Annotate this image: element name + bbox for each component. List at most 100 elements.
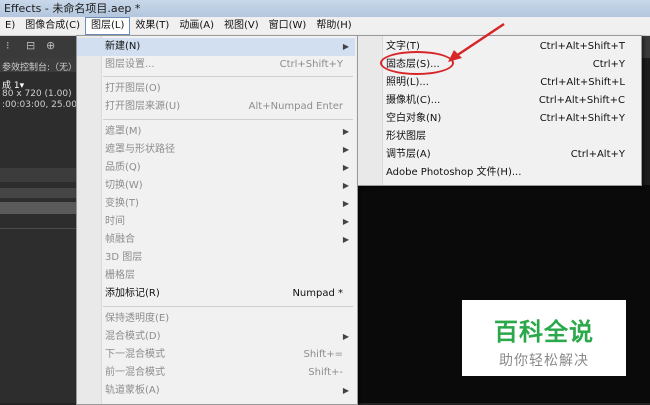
menu-item-shortcut: Ctrl+Alt+Shift+C: [538, 95, 625, 106]
timeline-header: [0, 188, 76, 198]
timeline-search-bar[interactable]: [0, 202, 76, 214]
menu-item-label: 前一混合模式: [105, 367, 165, 378]
menu-item-label: 栅格层: [105, 270, 135, 281]
menu-item-open-layer[interactable]: 打开图层(O): [77, 80, 355, 98]
menu-composition[interactable]: 图像合成(C): [20, 17, 85, 35]
menu-item-shortcut: Shift+-: [308, 367, 343, 378]
annotation-arrow-icon: [448, 22, 505, 62]
watermark: 百科全说 助你轻松解决: [462, 300, 626, 376]
menu-item-blending-mode[interactable]: 混合模式(D) ▶: [77, 328, 355, 346]
menu-item-mask-shape-path[interactable]: 遮罩与形状路径 ▶: [77, 141, 355, 159]
menu-item-shortcut: Numpad *: [292, 288, 343, 299]
menu-item-shortcut: Alt+Numpad Enter: [248, 101, 343, 112]
menu-item-previous-blending-mode[interactable]: 前一混合模式 Shift+-: [77, 364, 355, 382]
zoom-tool-icon[interactable]: ⊕: [46, 39, 58, 53]
submenu-item-photoshop-file[interactable]: Adobe Photoshop 文件(H)...: [358, 164, 639, 182]
menu-item-raster-layer[interactable]: 栅格层: [77, 267, 355, 285]
menu-item-label: Adobe Photoshop 文件(H)...: [386, 167, 522, 178]
submenu-item-null-object[interactable]: 空白对象(N) Ctrl+Alt+Shift+Y: [358, 110, 639, 128]
menu-item-label: 添加标记(R): [105, 288, 160, 299]
submenu-arrow-icon: ▶: [342, 181, 349, 190]
submenu-item-adjustment-layer[interactable]: 调节层(A) Ctrl+Alt+Y: [358, 146, 639, 164]
menu-item-label: 帧融合: [105, 234, 135, 245]
comp-time: :00:03:00, 25.00 f: [2, 100, 83, 110]
watermark-subtitle: 助你轻松解决: [499, 353, 589, 369]
submenu-arrow-icon: ▶: [342, 332, 349, 341]
menu-item-quality[interactable]: 品质(Q) ▶: [77, 159, 355, 177]
menu-animation[interactable]: 动画(A): [174, 17, 219, 35]
window-title: Effects - 未命名项目.aep *: [4, 2, 141, 15]
submenu-arrow-icon: ▶: [342, 235, 349, 244]
menu-item-frame-blending[interactable]: 帧融合 ▶: [77, 231, 355, 249]
menu-item-time[interactable]: 时间 ▶: [77, 213, 355, 231]
submenu-arrow-icon: ▶: [342, 127, 349, 136]
menu-separator: [103, 119, 353, 120]
menu-item-add-marker[interactable]: 添加标记(R) Numpad *: [77, 285, 355, 303]
menu-item-mask[interactable]: 遮罩(M) ▶: [77, 123, 355, 141]
menu-edit[interactable]: E): [0, 17, 20, 35]
menu-separator: [103, 306, 353, 307]
menu-item-label: 变换(T): [105, 198, 139, 209]
menu-item-label: 轨道蒙板(A): [105, 385, 160, 396]
submenu-item-shape-layer[interactable]: 形状图层: [358, 128, 639, 146]
menu-item-label: 3D 图层: [105, 252, 143, 263]
menu-item-shortcut: Ctrl+Alt+Y: [570, 149, 625, 160]
menu-item-new[interactable]: 新建(N) ▶: [77, 38, 355, 56]
submenu-arrow-icon: ▶: [342, 217, 349, 226]
menu-item-label: 品质(Q): [105, 162, 141, 173]
menu-item-label: 下一混合模式: [105, 349, 165, 360]
panel-divider-band: [0, 168, 76, 182]
submenu-arrow-icon: ▶: [342, 145, 349, 154]
menu-item-label: 空白对象(N): [386, 113, 442, 124]
watermark-title: 百科全说: [494, 318, 594, 346]
menu-item-label: 形状图层: [386, 131, 426, 142]
menu-item-label: 图层设置...: [105, 59, 155, 70]
menu-item-label: 打开图层(O): [105, 83, 161, 94]
menu-item-shortcut: Ctrl+Y: [592, 59, 625, 70]
menu-item-next-blending-mode[interactable]: 下一混合模式 Shift+=: [77, 346, 355, 364]
submenu-item-light[interactable]: 照明(L)... Ctrl+Alt+Shift+L: [358, 74, 639, 92]
menu-item-shortcut: Ctrl+Shift+Y: [279, 59, 343, 70]
menu-item-label: 遮罩与形状路径: [105, 144, 175, 155]
menu-item-layer-settings[interactable]: 图层设置... Ctrl+Shift+Y: [77, 56, 355, 74]
menu-bar: E) 图像合成(C) 图层(L) 效果(T) 动画(A) 视图(V) 窗口(W)…: [0, 17, 650, 36]
submenu-item-camera[interactable]: 摄像机(C)... Ctrl+Alt+Shift+C: [358, 92, 639, 110]
left-panel: 参效控制台:（无） 成 1▾ 80 x 720 (1.00) :00:03:00…: [0, 58, 83, 403]
menu-item-preserve-transparency[interactable]: 保持透明度(E): [77, 310, 355, 328]
submenu-arrow-icon: ▶: [342, 163, 349, 172]
window-title-bar: Effects - 未命名项目.aep *: [0, 0, 650, 17]
submenu-arrow-icon: ▶: [342, 386, 349, 395]
divider: [0, 228, 76, 229]
pan-tool-icon[interactable]: ⊟: [26, 39, 38, 53]
menu-item-label: 照明(L)...: [386, 77, 429, 88]
menu-view[interactable]: 视图(V): [219, 17, 264, 35]
menu-item-shortcut: Shift+=: [303, 349, 344, 360]
menu-item-3d-layer[interactable]: 3D 图层: [77, 249, 355, 267]
menu-item-track-matte[interactable]: 轨道蒙板(A) ▶: [77, 382, 355, 400]
menu-item-label: 遮罩(M): [105, 126, 142, 137]
menu-item-label: 切换(W): [105, 180, 143, 191]
menu-effect[interactable]: 效果(T): [130, 17, 174, 35]
menu-window[interactable]: 窗口(W): [264, 17, 312, 35]
menu-item-label: 摄像机(C)...: [386, 95, 441, 106]
menu-separator: [103, 76, 353, 77]
menu-item-switches[interactable]: 切换(W) ▶: [77, 177, 355, 195]
menu-help[interactable]: 帮助(H): [311, 17, 356, 35]
menu-item-label: 保持透明度(E): [105, 313, 170, 324]
menu-item-shortcut: Ctrl+Alt+Shift+Y: [539, 113, 625, 124]
selection-tool-icon[interactable]: ⁝: [6, 39, 18, 53]
submenu-arrow-icon: ▶: [342, 42, 349, 51]
menu-item-shortcut: Ctrl+Alt+Shift+L: [540, 77, 625, 88]
menu-item-label: 时间: [105, 216, 125, 227]
menu-item-shortcut: Ctrl+Alt+Shift+T: [539, 41, 625, 52]
menu-item-open-layer-source[interactable]: 打开图层来源(U) Alt+Numpad Enter: [77, 98, 355, 116]
menu-item-label: 打开图层来源(U): [105, 101, 181, 112]
layer-menu: 新建(N) ▶ 图层设置... Ctrl+Shift+Y 打开图层(O) 打开图…: [76, 35, 358, 405]
comp-size: 80 x 720 (1.00): [2, 89, 72, 99]
menu-item-label: 新建(N): [105, 41, 141, 52]
menu-item-transform[interactable]: 变换(T) ▶: [77, 195, 355, 213]
menu-item-label: 调节层(A): [386, 149, 431, 160]
menu-layer[interactable]: 图层(L): [85, 17, 131, 35]
effects-panel-tab-label: 参效控制台:（无）: [2, 63, 78, 73]
menu-item-label: 混合模式(D): [105, 331, 161, 342]
